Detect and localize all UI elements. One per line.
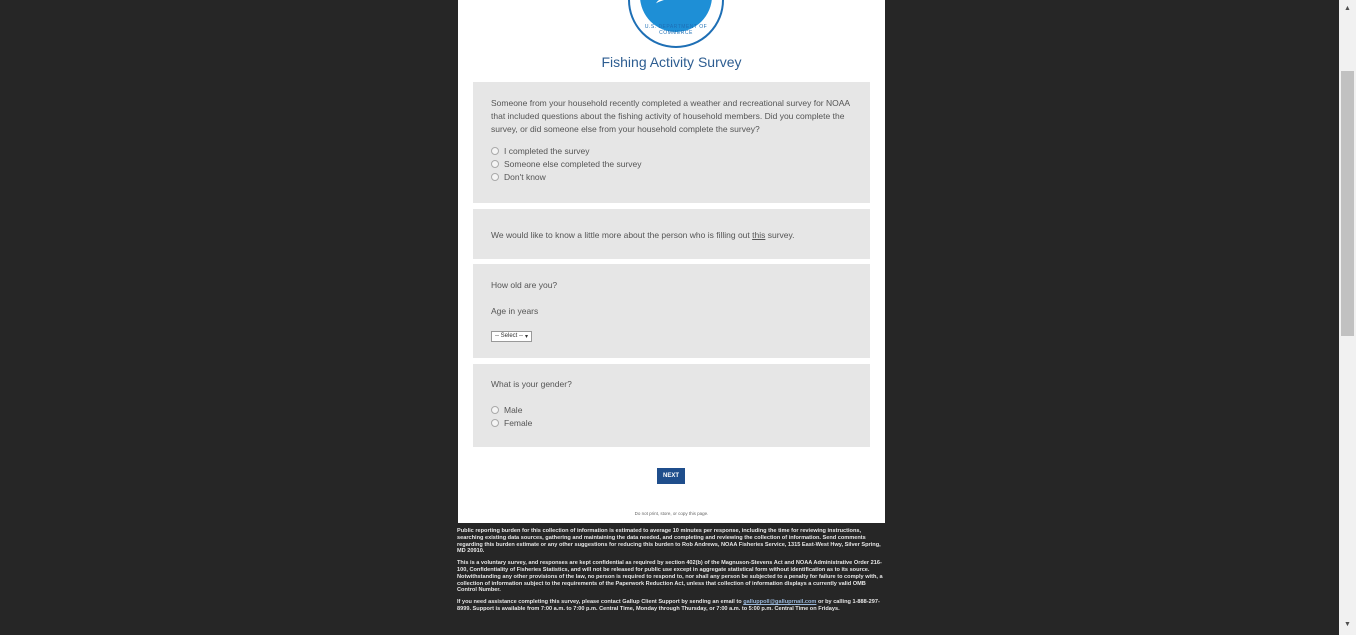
option-label: Don't know xyxy=(504,171,546,182)
intro-text-end: survey. xyxy=(765,230,795,240)
logo-ring-text: U.S. DEPARTMENT OF COMMERCE xyxy=(644,24,708,36)
noaa-logo: U.S. DEPARTMENT OF COMMERCE xyxy=(628,0,724,48)
option-label: Male xyxy=(504,404,523,415)
radio-button[interactable] xyxy=(491,159,499,168)
confidentiality-statement: This is a voluntary survey, and response… xyxy=(457,560,883,594)
scroll-down-icon[interactable]: ▼ xyxy=(1339,618,1356,632)
option-i-completed[interactable]: I completed the survey xyxy=(491,144,852,157)
age-label: Age in years xyxy=(491,306,539,316)
age-select[interactable]: -- Select -- ▾ xyxy=(491,330,533,342)
question-card-completed: Someone from your household recently com… xyxy=(473,82,870,203)
dropdown-arrow-icon: ▾ xyxy=(525,333,529,340)
survey-page: U.S. DEPARTMENT OF COMMERCE Fishing Acti… xyxy=(458,0,885,523)
select-value: -- Select -- xyxy=(495,333,524,339)
radio-button[interactable] xyxy=(491,146,499,155)
option-female[interactable]: Female xyxy=(491,416,852,429)
question-text: What is your gender? xyxy=(491,379,572,389)
vertical-scrollbar[interactable]: ▲ ▼ xyxy=(1339,0,1356,635)
intro-text: We would like to know a little more abou… xyxy=(491,230,753,240)
question-card-gender: What is your gender? Male Female xyxy=(473,364,870,447)
radio-button[interactable] xyxy=(491,172,499,181)
question-card-age: How old are you? Age in years -- Select … xyxy=(473,264,870,358)
radio-button[interactable] xyxy=(491,418,499,427)
question-text: How old are you? xyxy=(491,280,558,290)
option-someone-else[interactable]: Someone else completed the survey xyxy=(491,157,852,170)
survey-title: Fishing Activity Survey xyxy=(601,54,742,70)
footer: Public reporting burden for this collect… xyxy=(457,528,887,618)
intro-underlined: this xyxy=(752,230,766,240)
burden-statement: Public reporting burden for this collect… xyxy=(457,528,881,555)
option-label: Someone else completed the survey xyxy=(504,158,642,169)
support-text: If you need assistance completing this s… xyxy=(457,599,744,606)
option-male[interactable]: Male xyxy=(491,403,852,416)
scroll-thumb[interactable] xyxy=(1341,71,1354,336)
next-button[interactable]: NEXT xyxy=(657,468,685,484)
radio-button[interactable] xyxy=(491,405,499,414)
intro-card: We would like to know a little more abou… xyxy=(473,209,870,259)
support-email-link[interactable]: galluppoll@galluprnail.com xyxy=(743,599,816,605)
option-label: Female xyxy=(504,417,533,428)
support-statement: If you need assistance completing this s… xyxy=(457,599,887,613)
option-dont-know[interactable]: Don't know xyxy=(491,170,852,183)
scroll-up-icon[interactable]: ▲ xyxy=(1339,2,1356,16)
question-text: Someone from your household recently com… xyxy=(491,98,850,134)
no-print-notice: Do not print, store, or copy this page. xyxy=(634,511,709,516)
option-label: I completed the survey xyxy=(504,145,590,156)
